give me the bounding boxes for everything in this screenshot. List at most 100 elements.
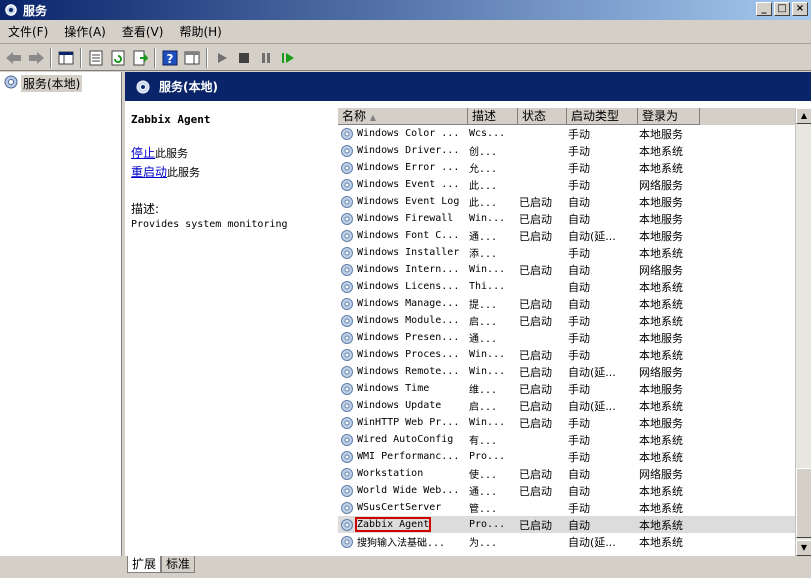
menu-view[interactable]: 查看(V) — [114, 20, 172, 44]
service-startup-type-cell: 自动 — [568, 195, 590, 209]
table-row[interactable]: Windows Proces... Win... 已启动 手动 本地系统 — [338, 346, 810, 363]
tree-item-services-local[interactable]: 服务(本地) — [0, 72, 121, 95]
table-row[interactable]: Windows Intern... Win... 已启动 自动 网络服务 — [338, 261, 810, 278]
forward-arrow-icon[interactable] — [25, 47, 47, 69]
table-row[interactable]: Windows Installer 添... 手动 本地系统 — [338, 244, 810, 261]
service-desc-cell: Thi... — [469, 281, 506, 292]
service-gear-icon — [339, 177, 355, 193]
table-row[interactable]: Zabbix Agent Pro... 已启动 自动 本地系统 — [338, 516, 810, 533]
table-row[interactable]: Windows Module... 启... 已启动 手动 本地系统 — [338, 312, 810, 329]
table-row[interactable]: Windows Licens... Thi... 自动 本地系统 — [338, 278, 810, 295]
menu-action[interactable]: 操作(A) — [56, 20, 114, 44]
service-log-on-as-cell: 本地系统 — [639, 399, 683, 413]
service-startup-type-cell: 自动 — [568, 263, 590, 277]
service-name-cell: Windows Licens... — [338, 279, 468, 295]
service-gear-icon — [339, 517, 355, 533]
table-row[interactable]: Windows Event Log 此... 已启动 自动 本地服务 — [338, 193, 810, 210]
show-hide-action-pane-icon[interactable] — [181, 47, 203, 69]
refresh-icon[interactable] — [107, 47, 129, 69]
service-desc-cell: 通... — [469, 334, 498, 345]
service-name: Windows Firewall — [357, 213, 454, 224]
help-icon[interactable]: ? — [159, 47, 181, 69]
services-pane: 服务(本地) Zabbix Agent 停止此服务 重启动此服务 描述: Pro… — [125, 72, 811, 556]
scroll-up-button[interactable]: ▲ — [796, 108, 811, 124]
minimize-button[interactable]: _ — [756, 2, 772, 16]
service-name-cell: Windows Update — [338, 398, 468, 414]
start-service-icon[interactable] — [211, 47, 233, 69]
service-log-on-as-cell: 本地系统 — [639, 518, 683, 532]
scroll-thumb[interactable] — [796, 468, 811, 538]
tab-standard[interactable]: 标准 — [161, 556, 196, 573]
table-row[interactable]: Workstation 使... 已启动 自动 网络服务 — [338, 465, 810, 482]
table-row[interactable]: WinHTTP Web Pr... Win... 已启动 手动 本地服务 — [338, 414, 810, 431]
maximize-button[interactable]: □ — [774, 2, 790, 16]
service-name: 搜狗输入法基础... — [357, 538, 446, 549]
service-desc-cell: Win... — [469, 349, 506, 360]
table-row[interactable]: 搜狗输入法基础... 为... 自动(延... 本地系统 — [338, 533, 810, 550]
column-header-startup-type[interactable]: 启动类型 — [567, 108, 638, 125]
service-log-on-as-cell: 本地服务 — [639, 331, 683, 345]
table-row[interactable]: Windows Driver... 创... 手动 本地系统 — [338, 142, 810, 159]
service-desc-cell: 通... — [469, 487, 498, 498]
console-tree-icon[interactable] — [55, 47, 77, 69]
service-name: Windows Module... — [357, 315, 460, 326]
services-list: 名称 ▲ 描述 状态 启动类型 登录为 Windows Color ... Wcs… — [338, 108, 810, 556]
service-log-on-as-cell: 本地服务 — [639, 229, 683, 243]
column-headers: 名称 ▲ 描述 状态 启动类型 登录为 — [338, 108, 810, 125]
service-gear-icon — [339, 160, 355, 176]
column-header-name[interactable]: 名称 ▲ — [338, 108, 468, 125]
toolbar-separator — [154, 47, 156, 68]
service-desc-cell: Pro... — [469, 451, 506, 462]
stop-service-link[interactable]: 停止 — [131, 146, 155, 160]
service-name-cell: Workstation — [338, 466, 468, 482]
service-log-on-as-cell: 本地系统 — [639, 501, 683, 515]
service-log-on-as-cell: 本地系统 — [639, 535, 683, 549]
table-row[interactable]: World Wide Web... 通... 已启动 自动 本地系统 — [338, 482, 810, 499]
service-gear-icon — [339, 313, 355, 329]
table-row[interactable]: Windows Firewall Win... 已启动 自动 本地服务 — [338, 210, 810, 227]
table-row[interactable]: Windows Color ... Wcs... 手动 本地服务 — [338, 125, 810, 142]
toolbar: ? — [0, 45, 811, 71]
service-status-cell: 已启动 — [519, 348, 552, 362]
pause-service-icon[interactable] — [255, 47, 277, 69]
description-label: 描述: — [131, 202, 160, 216]
table-row[interactable]: Wired AutoConfig 有... 手动 本地系统 — [338, 431, 810, 448]
service-status-cell: 已启动 — [519, 399, 552, 413]
table-row[interactable]: WMI Performanc... Pro... 手动 本地系统 — [338, 448, 810, 465]
column-header-status[interactable]: 状态 — [518, 108, 567, 125]
back-arrow-icon[interactable] — [3, 47, 25, 69]
table-row[interactable]: Windows Font C... 通... 已启动 自动(延... 本地服务 — [338, 227, 810, 244]
menu-file[interactable]: 文件(F) — [0, 20, 56, 44]
service-name: Workstation — [357, 468, 424, 479]
restart-service-icon[interactable] — [277, 47, 299, 69]
service-name: WMI Performanc... — [357, 451, 460, 462]
stop-service-icon[interactable] — [233, 47, 255, 69]
service-details: Zabbix Agent 停止此服务 重启动此服务 描述: Provides s… — [125, 101, 338, 556]
table-row[interactable]: Windows Presen... 通... 手动 本地服务 — [338, 329, 810, 346]
service-name-cell: Windows Proces... — [338, 347, 468, 363]
service-gear-icon — [339, 245, 355, 261]
scroll-down-button[interactable]: ▼ — [796, 540, 811, 556]
column-header-desc[interactable]: 描述 — [468, 108, 518, 125]
service-name-cell: WSusCertServer — [338, 500, 468, 516]
table-row[interactable]: WSusCertServer 管... 手动 本地系统 — [338, 499, 810, 516]
table-row[interactable]: Windows Update 启... 已启动 自动(延... 本地系统 — [338, 397, 810, 414]
service-name-cell: Windows Installer — [338, 245, 468, 261]
close-button[interactable]: × — [792, 2, 808, 16]
table-row[interactable]: Windows Remote... Win... 已启动 自动(延... 网络服务 — [338, 363, 810, 380]
service-status-cell: 已启动 — [519, 467, 552, 481]
menu-help[interactable]: 帮助(H) — [171, 20, 229, 44]
export-list-icon[interactable] — [129, 47, 151, 69]
table-row[interactable]: Windows Event ... 此... 手动 网络服务 — [338, 176, 810, 193]
column-header-log-on-as[interactable]: 登录为 — [638, 108, 700, 125]
table-row[interactable]: Windows Manage... 提... 已启动 自动 本地系统 — [338, 295, 810, 312]
stop-service-suffix: 此服务 — [155, 147, 189, 160]
tab-extended[interactable]: 扩展 — [127, 556, 162, 573]
restart-service-link[interactable]: 重启动 — [131, 165, 167, 179]
table-row[interactable]: Windows Error ... 允... 手动 本地系统 — [338, 159, 810, 176]
properties-icon[interactable] — [85, 47, 107, 69]
table-row[interactable]: Windows Time 维... 已启动 手动 本地服务 — [338, 380, 810, 397]
service-name-cell: Windows Intern... — [338, 262, 468, 278]
service-name-cell: Windows Color ... — [338, 126, 468, 142]
vertical-scrollbar[interactable]: ▲ ▼ — [795, 108, 811, 556]
